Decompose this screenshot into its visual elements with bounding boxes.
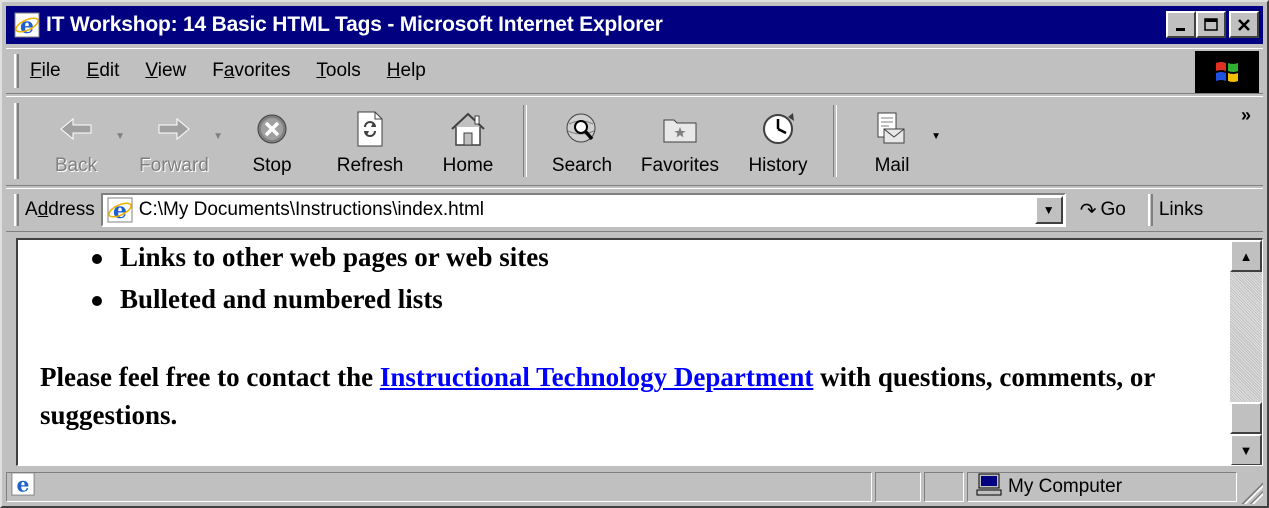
address-grip[interactable] — [14, 194, 19, 226]
computer-icon — [976, 472, 1002, 502]
links-grip[interactable] — [1147, 194, 1153, 226]
forward-dropdown-icon[interactable]: ▼ — [213, 131, 223, 142]
svg-text:e: e — [17, 472, 30, 496]
favorites-button[interactable]: Favorites — [631, 97, 729, 185]
bullet-list: Links to other web pages or web sites Bu… — [88, 242, 549, 326]
menu-file[interactable]: File — [27, 60, 64, 82]
ie-logo-icon[interactable]: e — [14, 12, 40, 39]
refresh-label: Refresh — [336, 155, 404, 176]
search-label: Search — [551, 155, 613, 176]
menu-view[interactable]: View — [142, 60, 189, 82]
status-page-icon: e — [11, 472, 35, 502]
menu-bar: File Edit View Favorites Tools Help — [6, 48, 1263, 94]
menu-grip[interactable] — [14, 54, 19, 88]
favorites-label: Favorites — [640, 155, 720, 176]
status-progress-pane — [875, 472, 921, 502]
status-main: e — [6, 472, 872, 502]
svg-text:e: e — [20, 13, 34, 38]
go-arrow-icon: ↷ — [1079, 199, 1097, 222]
links-button[interactable]: Links — [1159, 199, 1203, 221]
search-icon — [562, 109, 602, 149]
scroll-up-button[interactable]: ▲ — [1230, 240, 1262, 272]
close-button[interactable] — [1229, 11, 1259, 38]
mail-label: Mail — [874, 155, 910, 176]
history-icon — [758, 109, 798, 149]
menu-edit[interactable]: Edit — [84, 60, 123, 82]
history-button[interactable]: History — [729, 97, 827, 185]
stop-button[interactable]: Stop — [223, 97, 321, 185]
forward-label: Forward — [139, 155, 209, 176]
contact-link[interactable]: Instructional Technology Department — [380, 362, 814, 392]
window-controls — [1166, 11, 1259, 38]
list-item: Bulleted and numbered lists — [88, 284, 549, 326]
favorites-icon — [660, 109, 700, 149]
address-dropdown-button[interactable]: ▼ — [1034, 196, 1063, 224]
toolbar-separator — [523, 105, 527, 177]
back-button[interactable]: Back ▼ — [27, 97, 125, 185]
go-label: Go — [1100, 199, 1126, 220]
contact-paragraph: Please feel free to contact the Instruct… — [40, 362, 1155, 430]
status-zone: My Computer — [967, 472, 1237, 502]
history-label: History — [748, 155, 808, 176]
web-page: Links to other web pages or web sites Bu… — [18, 240, 1228, 465]
standard-toolbar: Back ▼ Forward ▼ Stop Refresh Home Searc… — [6, 96, 1263, 186]
mail-dropdown-icon[interactable]: ▼ — [931, 131, 941, 142]
minimize-button[interactable] — [1166, 11, 1196, 38]
forward-button[interactable]: Forward ▼ — [125, 97, 223, 185]
home-icon — [448, 109, 488, 149]
search-button[interactable]: Search — [533, 97, 631, 185]
stop-label: Stop — [252, 155, 292, 176]
toolbar-grip[interactable] — [14, 103, 19, 179]
address-input[interactable]: e C:\My Documents\Instructions\index.htm… — [100, 193, 1066, 227]
scroll-thumb[interactable] — [1230, 402, 1262, 434]
menu-help[interactable]: Help — [384, 60, 429, 82]
list-item: Links to other web pages or web sites — [88, 242, 549, 284]
mail-icon — [872, 109, 912, 149]
windows-flag-icon — [1195, 51, 1259, 93]
zone-label: My Computer — [1008, 476, 1123, 497]
browser-window: e IT Workshop: 14 Basic HTML Tags - Micr… — [0, 0, 1269, 508]
refresh-button[interactable]: Refresh — [321, 97, 419, 185]
vertical-scrollbar[interactable]: ▲ ▼ — [1230, 240, 1262, 465]
page-icon: e — [107, 197, 133, 224]
menu-favorites[interactable]: Favorites — [209, 60, 293, 82]
scroll-down-button[interactable]: ▼ — [1230, 434, 1262, 465]
svg-text:e: e — [113, 198, 127, 223]
resize-grip[interactable] — [1239, 480, 1263, 504]
address-bar: Address e C:\My Documents\Instructions\i… — [6, 188, 1263, 232]
toolbar-separator — [833, 105, 837, 177]
home-button[interactable]: Home — [419, 97, 517, 185]
refresh-icon — [350, 109, 390, 149]
menu-tools[interactable]: Tools — [313, 60, 363, 82]
address-label: Address — [25, 199, 95, 220]
go-button[interactable]: ↷ Go — [1080, 198, 1126, 223]
stop-icon — [252, 109, 292, 149]
mail-button[interactable]: Mail ▼ — [843, 97, 941, 185]
status-bar: e My Computer — [6, 470, 1263, 504]
back-dropdown-icon[interactable]: ▼ — [115, 131, 125, 142]
address-value: C:\My Documents\Instructions\index.html — [138, 199, 485, 220]
maximize-button[interactable] — [1196, 11, 1226, 38]
content-frame: Links to other web pages or web sites Bu… — [16, 238, 1263, 466]
status-security-pane — [924, 472, 964, 502]
forward-arrow-icon — [154, 109, 194, 149]
home-label: Home — [442, 155, 494, 176]
back-label: Back — [54, 155, 98, 176]
title-bar[interactable]: e IT Workshop: 14 Basic HTML Tags - Micr… — [6, 6, 1263, 44]
window-title: IT Workshop: 14 Basic HTML Tags - Micros… — [46, 13, 663, 36]
toolbar-more-chevron[interactable]: » — [1241, 105, 1251, 126]
back-arrow-icon — [56, 109, 96, 149]
